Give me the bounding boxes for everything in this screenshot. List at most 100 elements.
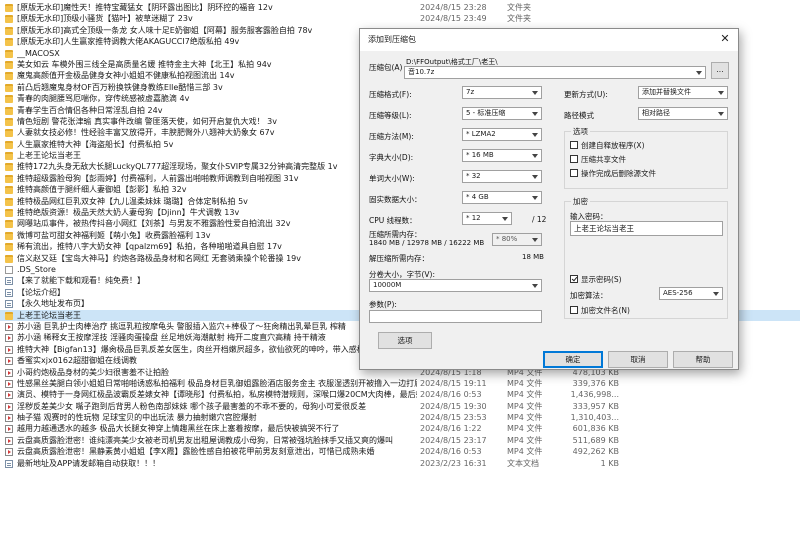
folder-icon [5, 95, 13, 104]
file-date: 2024/8/15 23:49 [420, 14, 487, 24]
path-mode-select[interactable]: 相对路径 [638, 107, 728, 120]
level-select[interactable]: 5 - 标准压缩 [462, 107, 542, 120]
file-row[interactable]: 演员、模特于一身网红极品波霸反差婊女神【谭晓彤】付费私拍，私房模特潜规则，深喉口… [0, 389, 800, 400]
dict-label: 字典大小(D): [369, 153, 414, 162]
archive-name-combo[interactable]: 音10.7z [404, 66, 706, 79]
password-input[interactable]: 上老王论坛当老王 [570, 221, 723, 236]
path-mode-value: 相对路径 [642, 109, 670, 117]
delete-after-label: 操作完成后删除源文件 [581, 169, 656, 178]
file-name: 淫秽反差美少女 嘴子跑到后背男人粉色南部妹妹 哪个孩子最害羞的不乖不要的，母狗小… [17, 401, 367, 411]
chevron-down-icon [532, 154, 538, 158]
encrypt-names-checkbox[interactable]: 加密文件名(N) [570, 305, 630, 316]
file-row[interactable]: 云盘高质露脸泄密！黑静素黄小姐姐【李X霞】露脸性感自拍被花甲前男友刻意泄出，可惜… [0, 446, 800, 457]
show-password-label: 显示密码(S) [581, 275, 622, 284]
shared-files-checkbox[interactable]: 压缩共享文件 [570, 154, 626, 165]
update-label: 更新方式(U): [564, 90, 608, 99]
text-file-icon [5, 288, 13, 297]
video-file-icon [5, 436, 13, 445]
browse-button[interactable]: ... [711, 62, 729, 79]
sfx-checkbox[interactable]: 创建自释放程序(X) [570, 140, 645, 151]
split-select[interactable]: 10000M [369, 279, 542, 292]
folder-icon [5, 15, 13, 24]
threads-max: / 12 [532, 215, 547, 224]
file-name: [原版无水印]高式全顶级一条龙 女人味十足E奶御姐【阿幕】服务服客露脸自拍 78… [17, 25, 313, 35]
solid-select[interactable]: * 4 GB [462, 191, 542, 204]
ok-button[interactable]: 确定 [543, 351, 603, 368]
format-select[interactable]: 7z [462, 86, 542, 99]
options-button[interactable]: 选项 [378, 332, 432, 349]
folder-icon [5, 197, 13, 206]
file-name: 人妻就女技必修！性经验丰富又放得开，丰腴肥臀外八翘神大奶象女 67v [17, 128, 275, 138]
level-value: 5 - 标准压缩 [466, 109, 506, 117]
split-value: 10000M [373, 281, 402, 289]
params-input[interactable] [369, 310, 542, 323]
file-name: 【论坛介绍】 [17, 287, 65, 297]
file-row[interactable]: 越用力越通透水的越多 极品大长腿女神穿上情趣黑丝在床上塞着按摩，最后快被搞哭不行… [0, 423, 800, 434]
close-icon[interactable]: ✕ [719, 32, 731, 46]
method-select[interactable]: * LZMA2 [462, 128, 542, 141]
chevron-down-icon [532, 284, 538, 288]
help-button[interactable]: 帮助 [673, 351, 733, 368]
cancel-button[interactable]: 取消 [608, 351, 668, 368]
file-date: 2024/8/15 19:11 [420, 378, 487, 388]
solid-value: * 4 GB [466, 193, 489, 201]
update-select[interactable]: 添加并替换文件 [638, 86, 728, 99]
file-row[interactable]: 柚子猫 观赛时的性玩物 足球宝贝的中出玩法 暴力抽射嫩穴宫腔爆射 2024/8/1… [0, 412, 800, 423]
file-name: 上老王论坛当老王 [17, 310, 81, 320]
file-row[interactable]: 云盘高质露脸泄密！谁纯漂亮美少女被老司机男友出租屋调教成小母狗，日常被强坑脸抹手… [0, 435, 800, 446]
encrypt-method-label: 加密算法： [570, 291, 608, 300]
word-select[interactable]: * 32 [462, 170, 542, 183]
chevron-down-icon [713, 292, 719, 296]
file-name: 上老王论坛当老王 [17, 151, 81, 161]
show-password-checkbox[interactable]: 显示密码(S) [570, 274, 622, 285]
file-size: 339,376 KB [572, 378, 619, 388]
file-name: 【来了就能下载和观看！纯免费！】 [17, 276, 145, 286]
folder-icon [5, 26, 13, 35]
video-file-icon [5, 368, 13, 377]
file-name: [原版无水印]魔性天！推特宝藏猛女【阴环露出图比】阴环控的福音 12v [17, 3, 273, 12]
folder-icon [5, 220, 13, 229]
folder-icon [5, 106, 13, 115]
folder-icon [5, 174, 13, 183]
chevron-down-icon [532, 112, 538, 116]
dialog-titlebar[interactable]: 添加到压缩包 ✕ [360, 29, 738, 51]
dict-select[interactable]: * 16 MB [462, 149, 542, 162]
folder-icon [5, 209, 13, 218]
folder-icon [5, 243, 13, 252]
options-group-title: 选项 [571, 126, 590, 137]
video-file-icon [5, 345, 13, 354]
file-row[interactable]: 淫秽反差美少女 嘴子跑到后背男人粉色南部妹妹 哪个孩子最害羞的不乖不要的，母狗小… [0, 401, 800, 412]
chevron-down-icon [532, 238, 538, 242]
file-row[interactable]: [原版无水印]顶级小骚货【猫叶】被草迷糊了 23v 2024/8/15 23:49… [0, 13, 800, 24]
file-name: 美女如云 车模外围三线全是高质量名媛 推特金主大神【北王】私拍 94v [17, 59, 272, 69]
file-name: 苏小涵 巨乳护士肉棒治疗 挑逗乳粒按摩龟头 警服插入监穴+棒极了～狂肏精出乳晕巨… [17, 321, 346, 331]
file-name: 网曝站瓜事件，被热传抖音小网红【刘茶】与男友不雅露脸性爱自拍流出 32v [17, 219, 291, 229]
archive-name-value: 音10.7z [408, 68, 435, 76]
delete-after-checkbox[interactable]: 操作完成后删除源文件 [570, 168, 656, 179]
file-row[interactable]: 最新地址及APP请发邮箱自动获取！！！ 2023/2/23 16:31 文本文档 1 … [0, 458, 800, 469]
encrypt-names-label: 加密文件名(N) [581, 306, 630, 315]
sfx-label: 创建自释放程序(X) [581, 141, 645, 150]
folder-icon [5, 72, 13, 81]
file-size: 333,957 KB [572, 401, 619, 411]
checkbox-icon [570, 141, 578, 149]
encrypt-method-select[interactable]: AES-256 [659, 287, 723, 300]
memory-percent-select[interactable]: * 80% [492, 233, 542, 246]
video-file-icon [5, 357, 13, 366]
file-name: 香蜜实xjx0162超甜御姐在线调教 [17, 356, 138, 366]
dict-value: * 16 MB [466, 151, 494, 159]
threads-select[interactable]: * 12 [462, 212, 512, 225]
file-row[interactable]: 性感黑丝美腿白领小姐姐日常啪啪诱惑私拍福利 极品身材巨乳御姐露脸酒店服务金主 衣… [0, 378, 800, 389]
file-date: 2024/8/15 23:53 [420, 413, 487, 423]
path-mode-label: 路径模式 [564, 111, 594, 120]
file-date: 2024/8/15 19:30 [420, 401, 487, 411]
video-file-icon [5, 391, 13, 400]
file-row[interactable]: [原版无水印]魔性天！推特宝藏猛女【阴环露出图比】阴环控的福音 12v 2024/… [0, 2, 800, 13]
file-name: 推特大神【Bigfan13】爆肏极品巨乳反差女医生，肉丝开档嫩屄超多，欲仙欲死的… [17, 344, 373, 354]
file-size: 1 KB [600, 458, 619, 468]
file-name: 推特极品网红巨乳双女神【九儿温柔妹妹 璐璐】合体定制私拍 5v [17, 196, 248, 206]
file-name: 最新地址及APP请发邮箱自动获取！！！ [17, 458, 161, 468]
update-value: 添加并替换文件 [642, 88, 691, 96]
file-name: 推特高颜值于腿纤细人妻御姐【彭影】私拍 32v [17, 185, 187, 195]
options-group: 选项 创建自释放程序(X) 压缩共享文件 操作完成后删除源文件 [564, 126, 728, 189]
